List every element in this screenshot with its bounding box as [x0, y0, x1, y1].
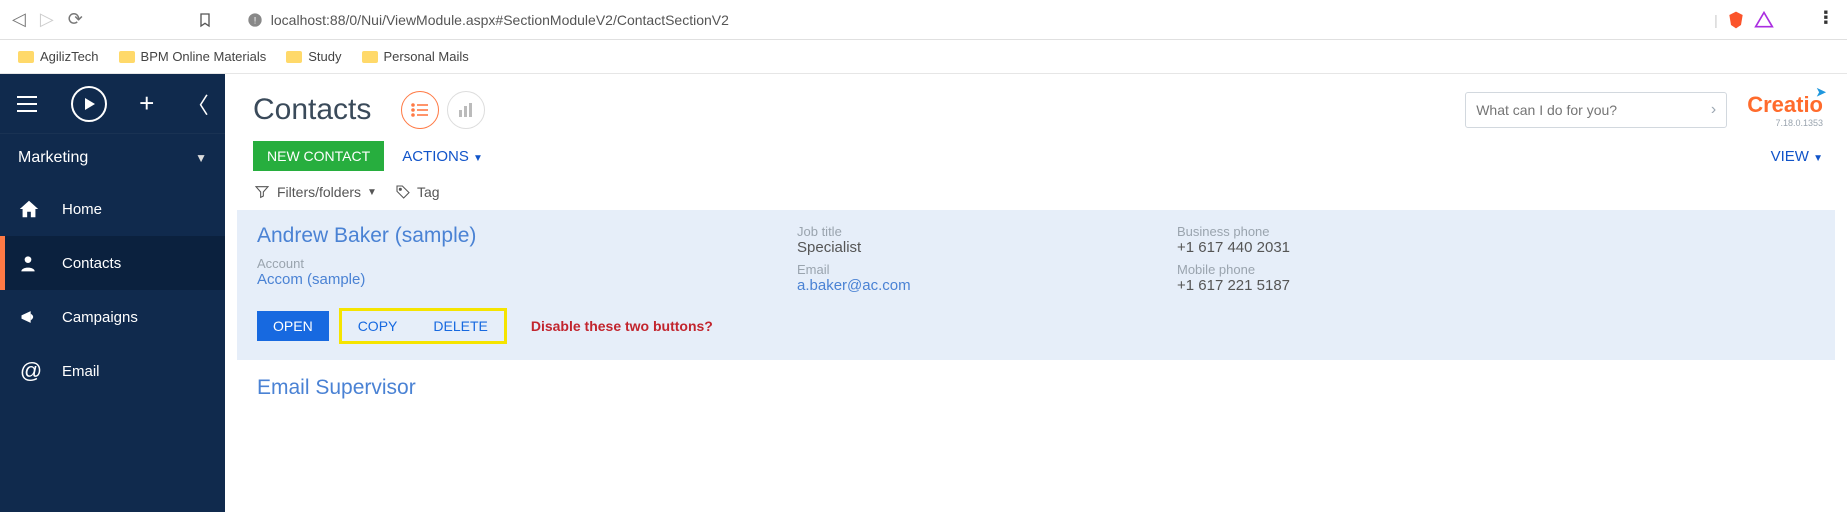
page-title: Contacts — [253, 93, 371, 127]
contact-row[interactable]: Email Supervisor — [237, 366, 1835, 410]
open-button[interactable]: OPEN — [257, 311, 329, 341]
bookmark-icon[interactable] — [197, 12, 213, 28]
sidebar: + 〈 Marketing ▼ Home Contacts Campaigns — [0, 74, 225, 512]
list-view-toggle[interactable] — [401, 91, 439, 129]
sidebar-item-label: Email — [62, 363, 100, 380]
contact-name-link[interactable]: Andrew Baker (sample) — [257, 224, 797, 248]
search-go-icon[interactable]: › — [1711, 101, 1716, 119]
sidebar-item-campaigns[interactable]: Campaigns — [0, 290, 225, 344]
collapse-icon[interactable]: 〈 — [187, 88, 209, 120]
url-bar[interactable]: ! localhost:88/0/Nui/ViewModule.aspx#Sec… — [237, 12, 1700, 28]
bphone-label: Business phone — [1177, 224, 1557, 239]
browser-toolbar: ◁ ▷ ⟳ ! localhost:88/0/Nui/ViewModule.as… — [0, 0, 1847, 40]
actions-dropdown[interactable]: ACTIONS ▼ — [402, 148, 483, 165]
chevron-down-icon: ▼ — [473, 153, 483, 164]
forward-icon[interactable]: ▷ — [40, 9, 54, 30]
jobtitle-value: Specialist — [797, 239, 1177, 256]
browser-menu-icon[interactable]: ⠇ — [1822, 9, 1835, 30]
brand-arrow-icon: ➤ — [1816, 85, 1826, 99]
chevron-down-icon: ▼ — [1813, 153, 1823, 164]
url-text: localhost:88/0/Nui/ViewModule.aspx#Secti… — [271, 12, 729, 28]
bat-icon[interactable] — [1754, 10, 1774, 30]
sidebar-item-contacts[interactable]: Contacts — [0, 236, 225, 290]
jobtitle-label: Job title — [797, 224, 1177, 239]
brand-logo: Creatio➤ 7.18.0.1353 — [1747, 92, 1823, 128]
chevron-down-icon: ▼ — [195, 151, 207, 165]
account-label: Account — [257, 256, 797, 271]
highlighted-button-group: COPY DELETE — [339, 308, 507, 344]
play-icon — [85, 98, 95, 110]
folder-icon — [119, 51, 135, 63]
workspace-label: Marketing — [18, 149, 88, 167]
mphone-label: Mobile phone — [1177, 262, 1557, 277]
filters-folders-toggle[interactable]: Filters/folders ▼ — [253, 184, 377, 200]
view-dropdown[interactable]: VIEW ▼ — [1771, 148, 1823, 165]
svg-text:!: ! — [253, 15, 256, 25]
new-contact-button[interactable]: NEW CONTACT — [253, 141, 384, 171]
megaphone-icon — [18, 307, 44, 327]
email-label: Email — [797, 262, 1177, 277]
brave-shield-icon[interactable] — [1726, 10, 1746, 30]
tag-label: Tag — [417, 184, 440, 200]
bookmarks-bar: AgilizTech BPM Online Materials Study Pe… — [0, 40, 1847, 74]
sidebar-item-label: Contacts — [62, 255, 121, 272]
analytics-view-toggle[interactable] — [447, 91, 485, 129]
bookmark-folder[interactable]: Study — [286, 49, 341, 64]
sidebar-item-label: Home — [62, 201, 102, 218]
search-input[interactable] — [1476, 102, 1711, 118]
contact-row[interactable]: Andrew Baker (sample) Account Accom (sam… — [237, 210, 1835, 360]
sidebar-item-home[interactable]: Home — [0, 182, 225, 236]
plus-icon[interactable]: + — [139, 88, 154, 119]
bookmark-folder[interactable]: Personal Mails — [362, 49, 469, 64]
filters-label: Filters/folders — [277, 184, 361, 200]
global-search[interactable]: › — [1465, 92, 1727, 128]
chevron-down-icon: ▼ — [367, 187, 377, 198]
site-info-icon[interactable]: ! — [247, 12, 263, 28]
version-label: 7.18.0.1353 — [1747, 118, 1823, 128]
delete-button[interactable]: DELETE — [423, 313, 497, 339]
sidebar-item-email[interactable]: @ Email — [0, 344, 225, 398]
copy-button[interactable]: COPY — [348, 313, 408, 339]
at-icon: @ — [18, 358, 44, 384]
hamburger-icon[interactable] — [16, 95, 38, 113]
bookmark-folder[interactable]: BPM Online Materials — [119, 49, 267, 64]
account-link[interactable]: Accom (sample) — [257, 271, 797, 288]
annotation-text: Disable these two buttons? — [531, 318, 713, 334]
play-button[interactable] — [71, 86, 107, 122]
person-icon — [18, 253, 44, 273]
reload-icon[interactable]: ⟳ — [68, 9, 83, 30]
sidebar-item-label: Campaigns — [62, 309, 138, 326]
mphone-value: +1 617 221 5187 — [1177, 277, 1557, 294]
bphone-value: +1 617 440 2031 — [1177, 239, 1557, 256]
workspace-selector[interactable]: Marketing ▼ — [0, 134, 225, 182]
folder-icon — [18, 51, 34, 63]
tag-filter[interactable]: Tag — [395, 184, 440, 200]
main-content: Contacts › Creatio➤ 7.18.0.1353 NEW CONT… — [225, 74, 1847, 512]
folder-icon — [286, 51, 302, 63]
email-link[interactable]: a.baker@ac.com — [797, 277, 1177, 294]
home-icon — [18, 198, 44, 220]
contact-name-link[interactable]: Email Supervisor — [257, 376, 1815, 400]
folder-icon — [362, 51, 378, 63]
back-icon[interactable]: ◁ — [12, 9, 26, 30]
bookmark-folder[interactable]: AgilizTech — [18, 49, 99, 64]
